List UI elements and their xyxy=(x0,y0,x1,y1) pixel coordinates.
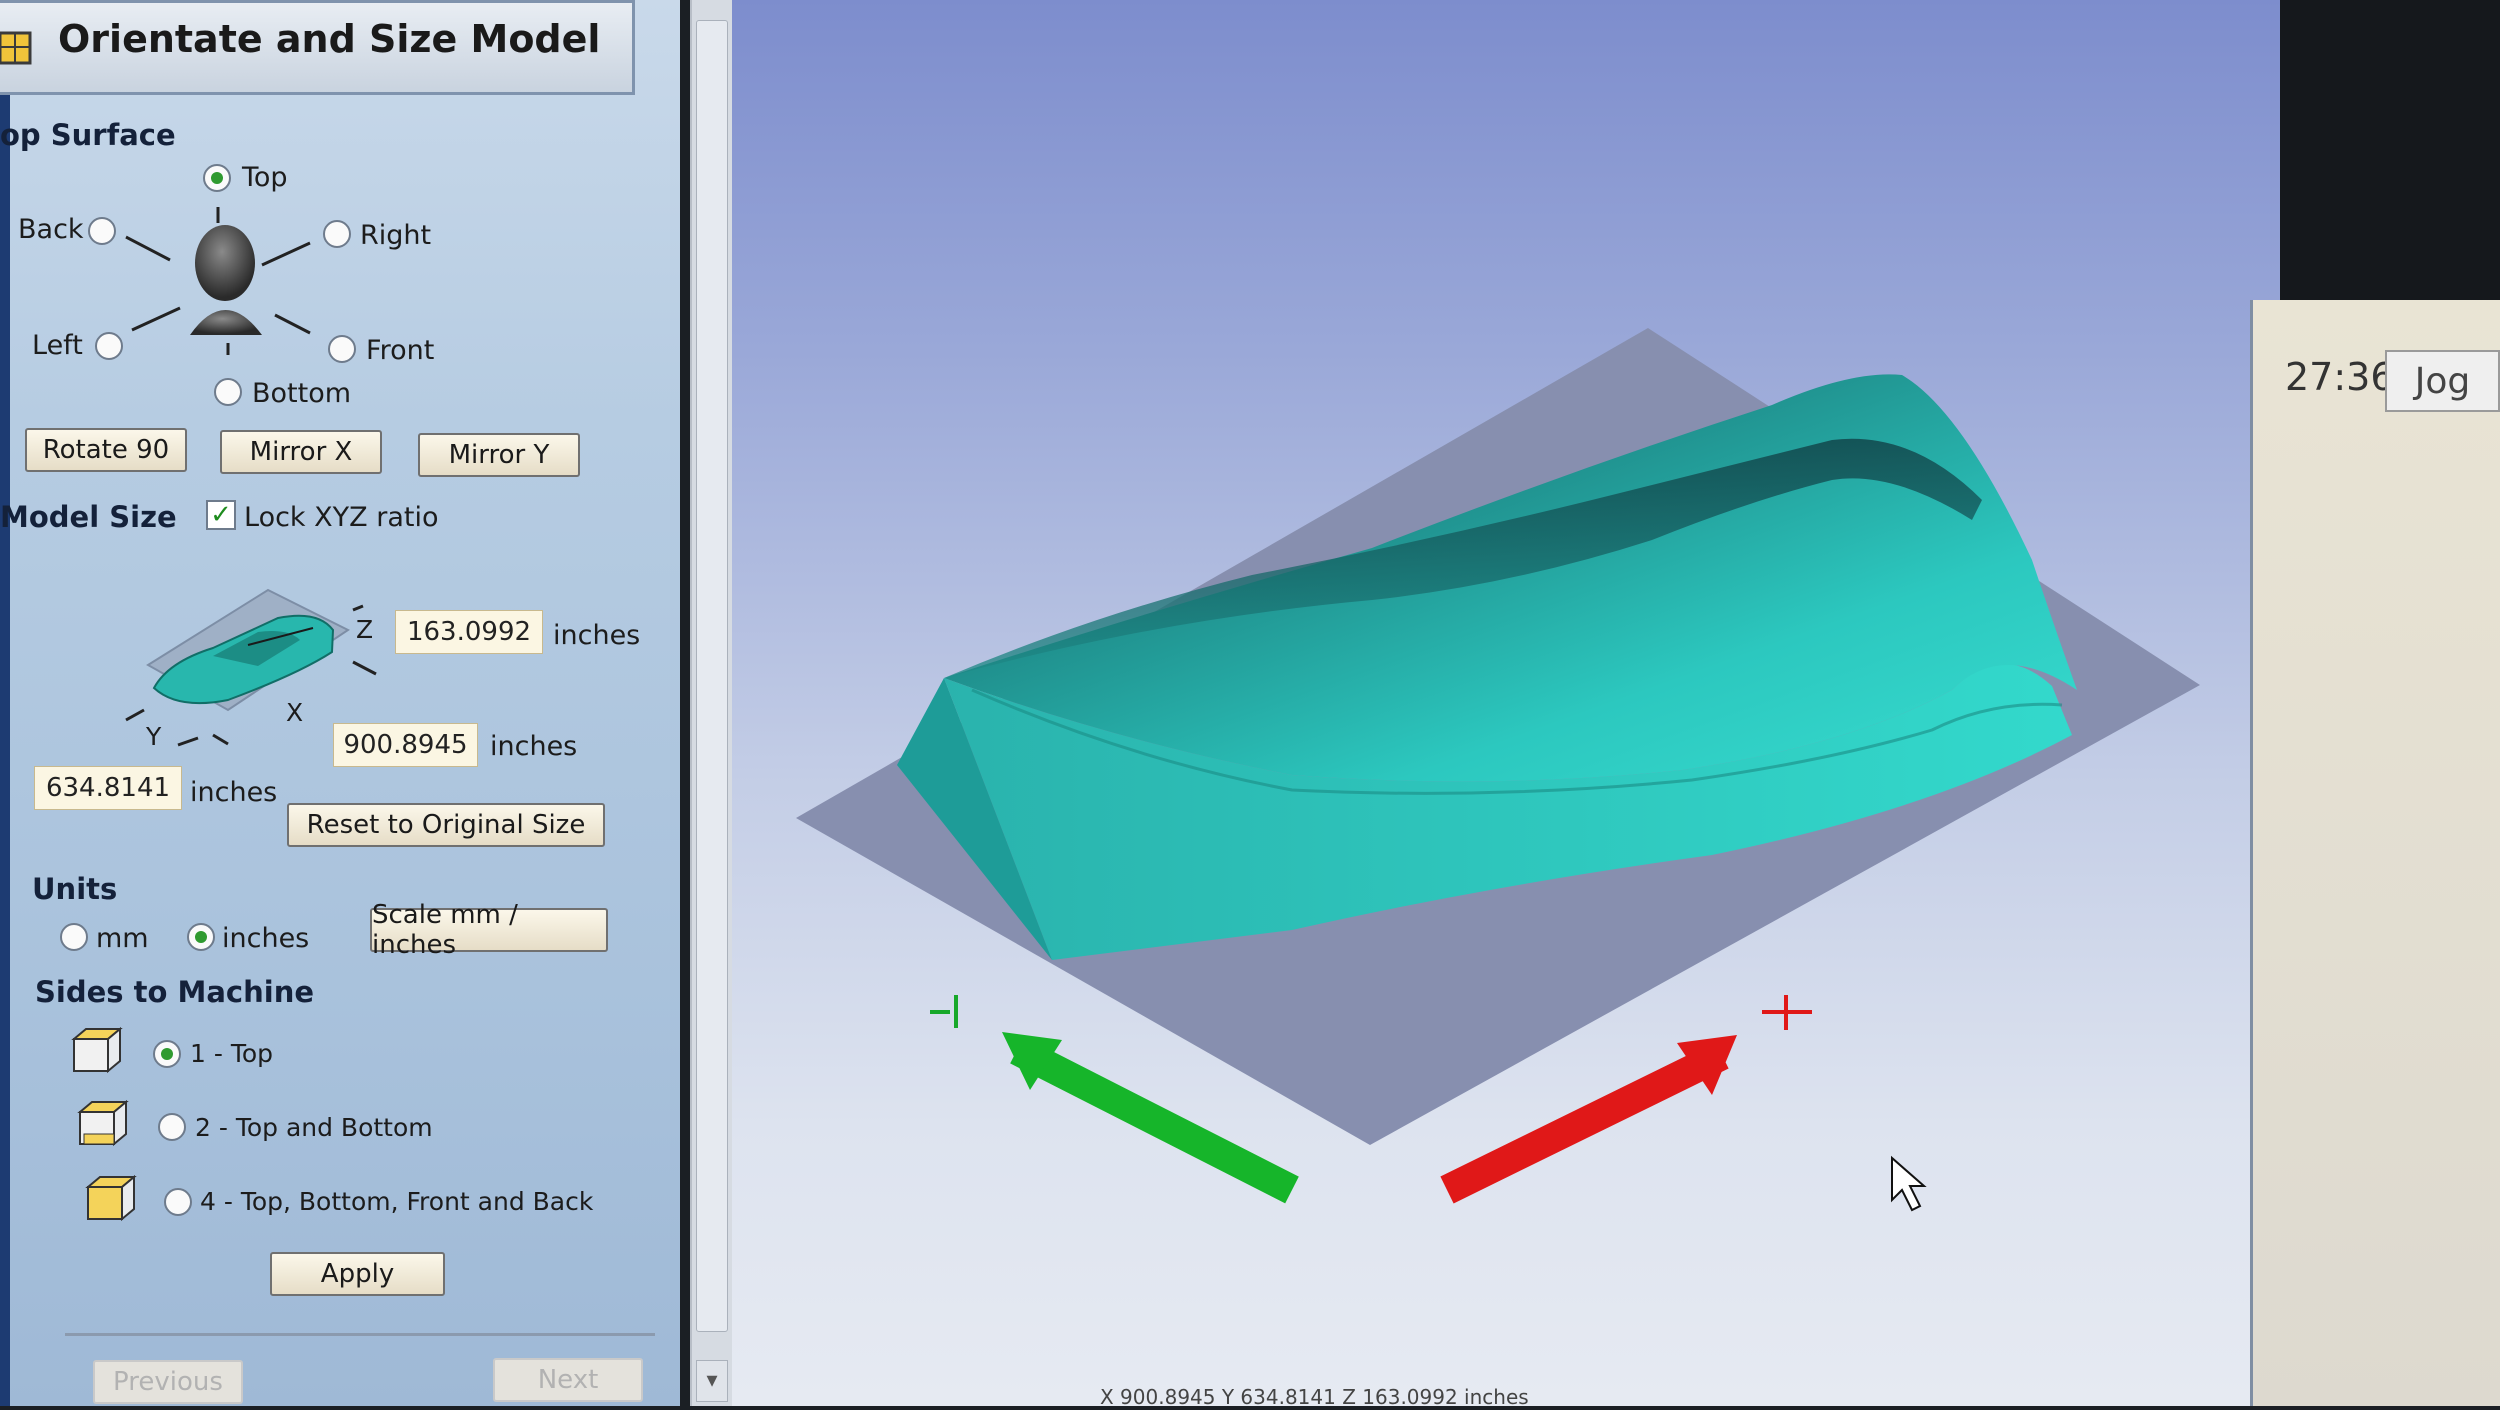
panel-title-bar: Orientate and Size Model xyxy=(0,0,635,95)
panel-border xyxy=(0,0,10,1406)
sides-4-radio[interactable] xyxy=(164,1188,192,1216)
x-unit-label: inches xyxy=(490,731,578,762)
y-unit-label: inches xyxy=(190,777,278,808)
reset-size-button[interactable]: Reset to Original Size xyxy=(287,803,605,847)
axis-z-label: Z xyxy=(356,615,374,644)
units-mm-radio[interactable] xyxy=(60,923,88,951)
panel-scrollbar[interactable]: ▾ xyxy=(690,0,732,1406)
lock-xyz-checkbox[interactable]: ✓ xyxy=(206,500,236,530)
sides-1-label: 1 - Top xyxy=(190,1039,274,1068)
origin-marker-red xyxy=(1762,995,1812,1030)
surface-back-label: Back xyxy=(18,214,84,245)
surface-front-radio[interactable] xyxy=(328,335,356,363)
sides-2-radio[interactable] xyxy=(158,1113,186,1141)
surface-right-label: Right xyxy=(360,220,432,251)
next-button[interactable]: Next xyxy=(493,1358,643,1402)
bust-preview-icon xyxy=(190,225,262,335)
surface-front-label: Front xyxy=(366,335,435,366)
surface-top-radio[interactable] xyxy=(203,164,231,192)
z-unit-label: inches xyxy=(553,620,641,651)
units-mm-label: mm xyxy=(96,923,149,954)
z-size-input[interactable]: 163.0992 xyxy=(395,610,543,654)
mouse-cursor-icon xyxy=(1891,1155,1927,1212)
units-inches-label: inches xyxy=(222,923,310,954)
sides-2-label: 2 - Top and Bottom xyxy=(195,1113,433,1142)
model-3d-viewport[interactable] xyxy=(732,0,2322,1406)
sides-heading: Sides to Machine xyxy=(35,975,315,1009)
rotate-90-button[interactable]: Rotate 90 xyxy=(25,428,187,472)
previous-button[interactable]: Previous xyxy=(93,1360,243,1404)
units-inches-radio[interactable] xyxy=(187,923,215,951)
scale-units-button[interactable]: Scale mm / inches xyxy=(370,900,608,960)
apply-button[interactable]: Apply xyxy=(270,1252,445,1296)
surface-right-radio[interactable] xyxy=(323,220,351,248)
surface-top-label: Top xyxy=(242,162,288,193)
axis-x-label: X xyxy=(286,698,304,727)
scrollbar-thumb[interactable] xyxy=(696,20,728,1332)
status-bar-text: X 900.8945 Y 634.8141 Z 163.0992 inches xyxy=(1100,1385,1529,1409)
mirror-x-button[interactable]: Mirror X xyxy=(220,430,382,474)
origin-marker-green xyxy=(930,995,958,1028)
scroll-down-arrow-icon[interactable]: ▾ xyxy=(696,1360,728,1402)
top-surface-heading: op Surface xyxy=(0,118,176,152)
y-size-input[interactable]: 634.8141 xyxy=(34,766,182,810)
timer-readout: 27:36 xyxy=(2285,355,2395,399)
model-size-heading: Model Size xyxy=(0,500,177,534)
surface-bottom-radio[interactable] xyxy=(214,378,242,406)
jog-button[interactable]: Jog xyxy=(2385,350,2500,412)
surface-left-label: Left xyxy=(32,330,83,361)
two-side-cube-icon xyxy=(77,1099,129,1147)
four-side-cube-icon xyxy=(85,1174,137,1222)
surface-back-radio[interactable] xyxy=(88,217,116,245)
surface-bottom-label: Bottom xyxy=(252,378,352,409)
mirror-y-button[interactable]: Mirror Y xyxy=(418,433,580,477)
x-size-input[interactable]: 900.8945 xyxy=(333,723,478,767)
axis-y-label: Y xyxy=(146,722,162,751)
panel-divider xyxy=(65,1333,655,1336)
surface-left-radio[interactable] xyxy=(95,332,123,360)
orientate-panel: Orientate and Size Model op Surface Top … xyxy=(0,0,680,1406)
background-window-panel xyxy=(2250,300,2500,1406)
sides-4-label: 4 - Top, Bottom, Front and Back xyxy=(200,1187,594,1216)
panel-title: Orientate and Size Model xyxy=(58,17,601,61)
one-side-cube-icon xyxy=(71,1026,123,1074)
lock-xyz-label: Lock XYZ ratio xyxy=(244,502,439,533)
units-heading: Units xyxy=(32,872,118,906)
model-icon xyxy=(0,31,32,65)
sides-1-radio[interactable] xyxy=(153,1040,181,1068)
viewport-scene xyxy=(796,328,2200,1212)
